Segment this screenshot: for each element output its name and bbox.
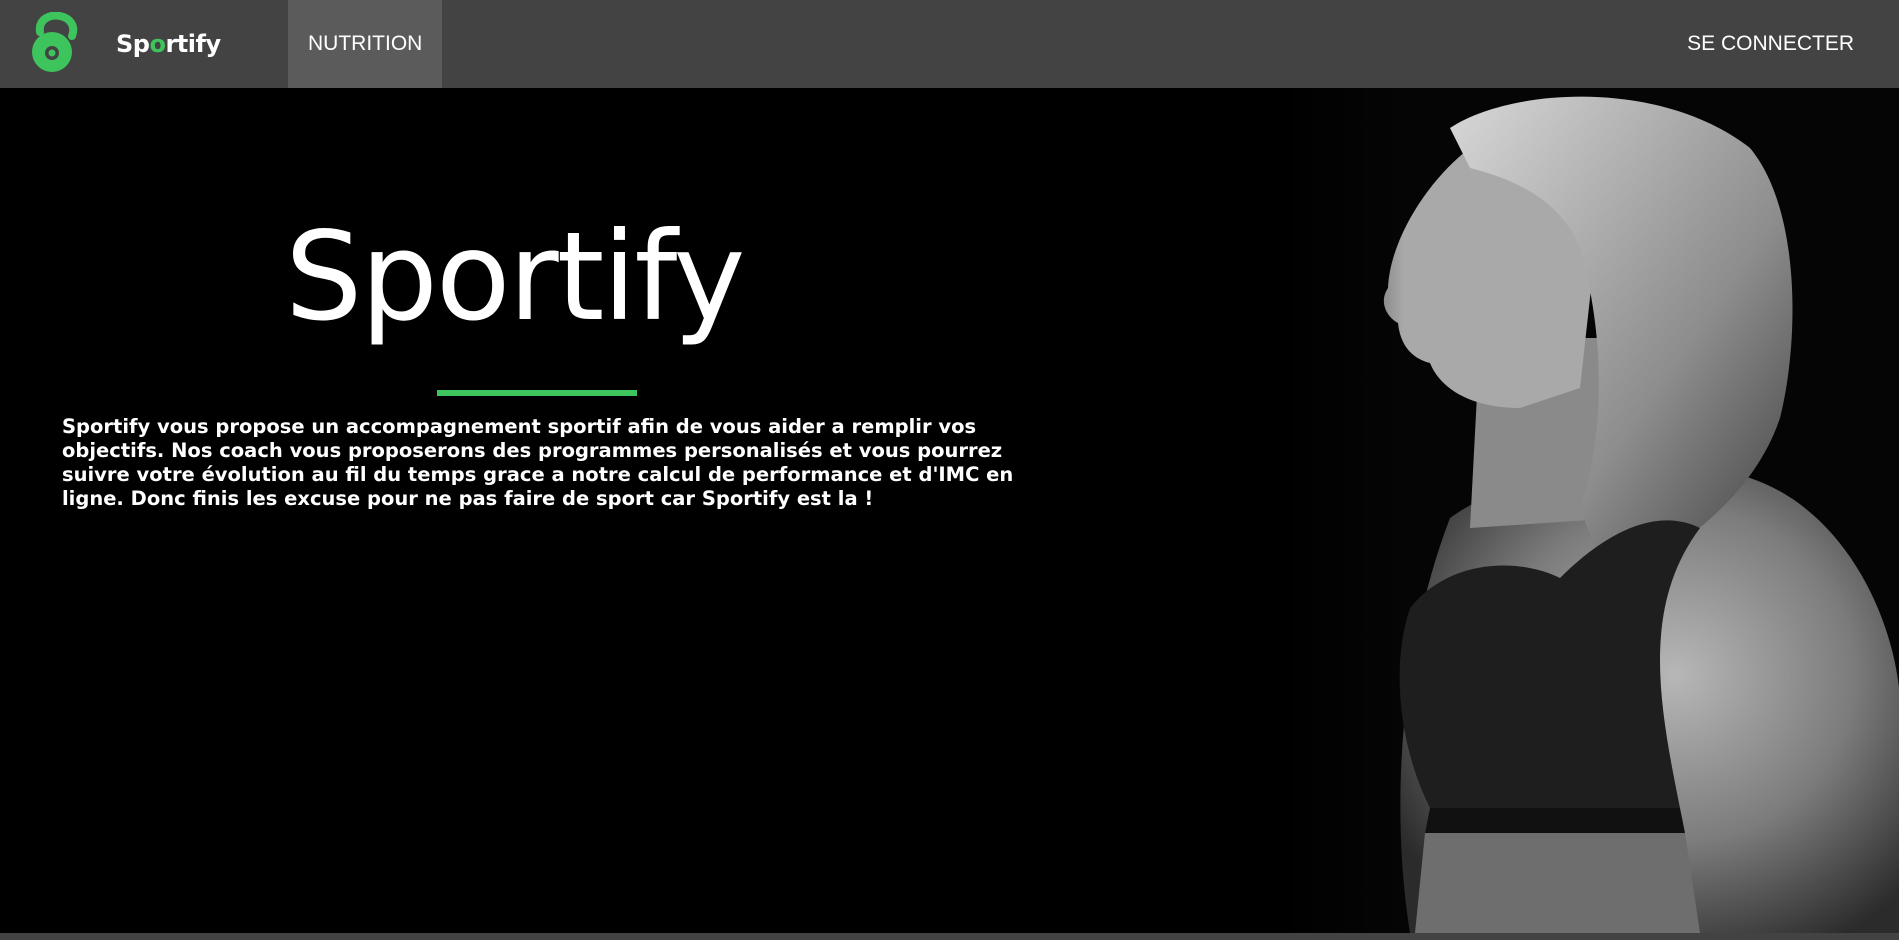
kettlebell-icon bbox=[32, 12, 78, 72]
hero-description: Sportify vous propose un accompagnement … bbox=[62, 415, 1014, 510]
nav-item-label: NUTRITION bbox=[308, 32, 423, 55]
athlete-photo bbox=[1280, 88, 1899, 933]
brand[interactable]: Sportify bbox=[0, 0, 288, 88]
bottom-strip bbox=[0, 933, 1899, 940]
brand-name-part-1: Sp bbox=[116, 30, 150, 58]
brand-name-o: o bbox=[149, 30, 166, 58]
title-underline bbox=[437, 390, 637, 396]
top-navbar: Sportify NUTRITION SE CONNECTER bbox=[0, 0, 1899, 88]
brand-name: Sportify bbox=[116, 30, 221, 58]
hero-section: Sportify Sportify vous propose un accomp… bbox=[0, 88, 1899, 933]
hero-title: Sportify bbox=[285, 206, 745, 348]
login-link[interactable]: SE CONNECTER bbox=[1687, 32, 1854, 56]
brand-name-part-2: rtify bbox=[165, 30, 221, 58]
nav-item-nutrition[interactable]: NUTRITION bbox=[288, 0, 443, 88]
